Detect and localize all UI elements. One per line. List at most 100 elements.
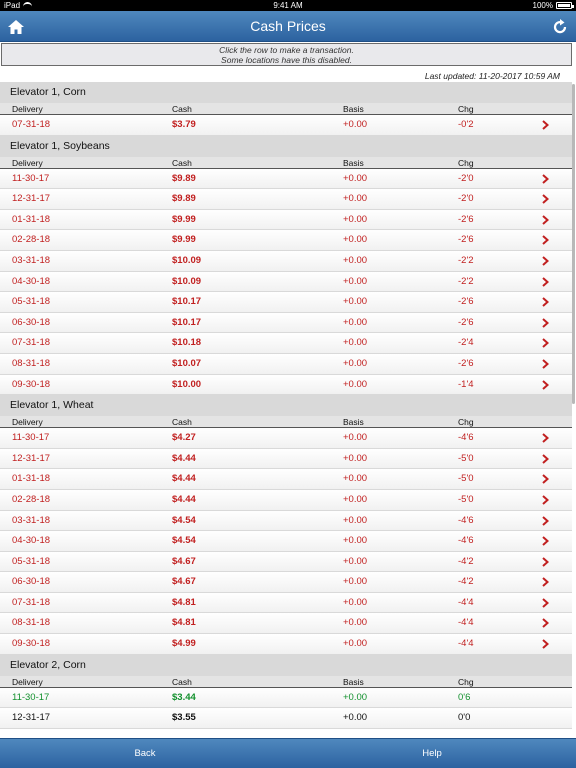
chevron-right-icon[interactable] [540, 359, 550, 369]
table-row[interactable]: 11-30-17 $4.27 +0.00 -4'6 [0, 428, 572, 449]
chevron-right-icon[interactable] [540, 318, 550, 328]
chevron-right-icon[interactable] [540, 536, 550, 546]
cell-basis: +0.00 [343, 378, 368, 390]
nav-bar: Cash Prices [0, 11, 576, 42]
cell-chg: -2'6 [458, 357, 474, 369]
group-header: Elevator 1, Wheat [0, 395, 572, 417]
cell-basis: +0.00 [343, 473, 368, 485]
chevron-right-icon[interactable] [540, 215, 550, 225]
chevron-right-icon[interactable] [540, 120, 550, 130]
cell-delivery: 07-31-18 [12, 337, 51, 349]
chevron-right-icon[interactable] [540, 433, 550, 443]
chevron-right-icon[interactable] [540, 598, 550, 608]
table-row[interactable]: 03-31-18 $4.54 +0.00 -4'6 [0, 510, 572, 532]
table-row[interactable]: 07-31-18 $4.81 +0.00 -4'4 [0, 592, 572, 614]
chevron-right-icon[interactable] [540, 276, 550, 287]
cell-cash: $10.09 [172, 275, 202, 287]
cell-delivery: 03-31-18 [12, 514, 51, 526]
col-basis: Basis [343, 676, 364, 687]
cell-chg: -2'2 [458, 275, 474, 287]
status-bar: iPad 9:41 AM 100% [0, 0, 576, 11]
refresh-icon[interactable] [550, 17, 570, 37]
col-delivery: Delivery [12, 157, 43, 168]
cell-delivery: 09-30-18 [12, 378, 51, 390]
table-row[interactable]: 11-30-17 $3.44 +0.00 0'6 [0, 687, 572, 709]
table-row[interactable]: 02-28-18 $4.44 +0.00 -5'0 [0, 489, 572, 511]
chevron-right-icon[interactable] [540, 556, 550, 567]
cell-basis: +0.00 [343, 712, 368, 724]
cell-basis: +0.00 [343, 617, 368, 629]
cell-chg: -2'6 [458, 234, 474, 246]
cell-chg: 0'0 [458, 712, 471, 724]
column-header-row: Delivery Cash Basis Chg [0, 156, 572, 169]
table-row[interactable]: 09-30-18 $10.00 +0.00 -1'4 [0, 374, 572, 396]
price-table: Elevator 1, Corn Delivery Cash Basis Chg 07-3… [0, 82, 572, 738]
instructions-line-1: Click the row to make a transaction. [219, 45, 354, 55]
table-row[interactable]: 01-31-18 $9.99 +0.00 -2'6 [0, 209, 572, 231]
cell-cash: $3.55 [172, 712, 196, 724]
cell-basis: +0.00 [343, 514, 368, 526]
chevron-right-icon[interactable] [540, 379, 550, 390]
table-row[interactable]: 01-31-18 $4.44 +0.00 -5'0 [0, 469, 572, 490]
cell-chg: -2'4 [458, 337, 474, 349]
chevron-right-icon[interactable] [540, 235, 550, 246]
table-row[interactable]: 03-31-18 $10.09 +0.00 -2'2 [0, 250, 572, 272]
table-row[interactable]: 04-30-18 $10.09 +0.00 -2'2 [0, 271, 572, 293]
table-row[interactable]: 05-31-18 $4.67 +0.00 -4'2 [0, 551, 572, 573]
col-chg: Chg [458, 417, 474, 428]
table-row[interactable]: 12-31-17 $4.44 +0.00 -5'0 [0, 448, 572, 470]
table-row[interactable]: 12-31-17 $9.89 +0.00 -2'0 [0, 189, 572, 210]
chevron-right-icon[interactable] [540, 173, 550, 184]
chevron-right-icon[interactable] [540, 474, 550, 485]
cell-chg: -2'0 [458, 193, 474, 205]
table-row[interactable]: 05-31-18 $10.17 +0.00 -2'6 [0, 292, 572, 313]
scrollbar[interactable] [572, 84, 575, 404]
cell-cash: $9.89 [172, 193, 196, 205]
chevron-right-icon[interactable] [540, 453, 550, 464]
col-chg: Chg [458, 104, 474, 114]
table-row[interactable]: 07-31-18 $10.18 +0.00 -2'4 [0, 333, 572, 354]
table-row[interactable]: 06-30-18 $10.17 +0.00 -2'6 [0, 312, 572, 334]
chevron-right-icon[interactable] [540, 256, 550, 266]
cell-basis: +0.00 [343, 172, 368, 184]
table-row[interactable]: 08-31-18 $4.81 +0.00 -4'4 [0, 613, 572, 635]
cell-chg: -0'2 [458, 119, 474, 130]
cell-delivery: 04-30-18 [12, 535, 51, 547]
chevron-right-icon[interactable] [540, 639, 550, 649]
cell-cash: $10.07 [172, 357, 202, 369]
cell-delivery: 12-31-17 [12, 452, 51, 464]
table-row[interactable]: 12-31-17 $3.55 +0.00 0'0 [0, 708, 572, 729]
cell-chg: 0'6 [458, 691, 471, 703]
cell-basis: +0.00 [343, 254, 368, 266]
last-updated-text: Last updated: 11-20-2017 10:59 AM [424, 71, 560, 81]
chevron-right-icon[interactable] [540, 194, 550, 204]
column-header-row: Delivery Cash Basis Chg [0, 675, 572, 688]
help-button[interactable]: Help [372, 739, 492, 768]
chevron-right-icon[interactable] [540, 618, 550, 629]
chevron-right-icon[interactable] [540, 577, 550, 588]
table-row[interactable]: 08-31-18 $10.07 +0.00 -2'6 [0, 353, 572, 375]
table-row[interactable]: 07-31-18 $3.79 +0.00 -0'2 [0, 115, 572, 136]
cell-delivery: 07-31-18 [12, 596, 51, 608]
table-row[interactable]: 02-28-18 $9.99 +0.00 -2'6 [0, 230, 572, 251]
cell-chg: -4'2 [458, 576, 474, 588]
cell-chg: -5'0 [458, 493, 474, 505]
chevron-right-icon[interactable] [540, 297, 550, 307]
table-row[interactable]: 11-30-17 $9.89 +0.00 -2'0 [0, 168, 572, 190]
cell-basis: +0.00 [343, 576, 368, 588]
chevron-right-icon[interactable] [540, 515, 550, 526]
chevron-right-icon[interactable] [540, 495, 550, 505]
cell-basis: +0.00 [343, 296, 368, 308]
back-button[interactable]: Back [85, 739, 205, 768]
cell-delivery: 06-30-18 [12, 576, 51, 588]
cell-cash: $4.54 [172, 535, 196, 547]
chevron-right-icon[interactable] [540, 338, 550, 349]
cell-basis: +0.00 [343, 275, 368, 287]
table-row[interactable]: 09-30-18 $4.99 +0.00 -4'4 [0, 634, 572, 655]
battery-percent: 100% [532, 1, 553, 10]
table-row[interactable]: 04-30-18 $4.54 +0.00 -4'6 [0, 531, 572, 552]
table-row[interactable]: 06-30-18 $4.67 +0.00 -4'2 [0, 572, 572, 593]
cell-cash: $9.99 [172, 213, 196, 225]
cell-basis: +0.00 [343, 432, 368, 444]
cell-cash: $9.99 [172, 234, 196, 246]
